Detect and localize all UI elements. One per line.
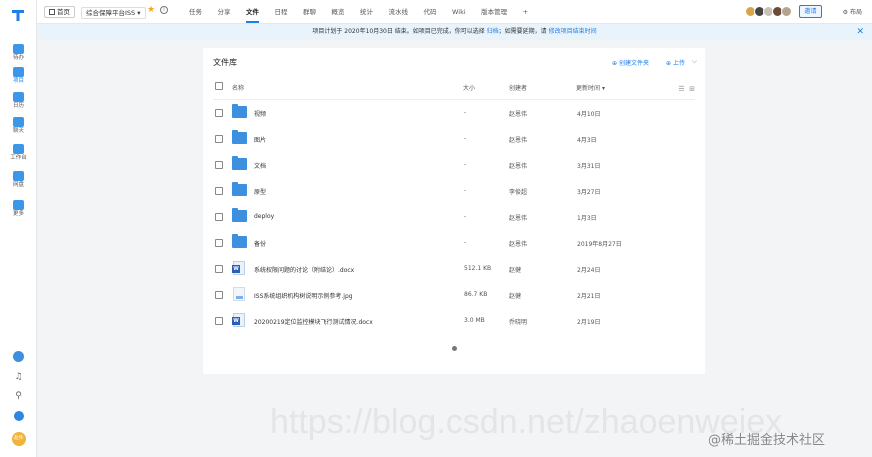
- tab-files[interactable]: 文件: [246, 0, 259, 23]
- edit-end-date-link[interactable]: 修改项目结束时间: [549, 28, 597, 35]
- member-avatars[interactable]: [745, 6, 792, 17]
- row-checkbox[interactable]: [215, 317, 223, 325]
- info-icon[interactable]: i: [160, 6, 168, 14]
- sort-time[interactable]: 更新时间 ▾: [576, 83, 605, 92]
- folder-icon: [232, 182, 247, 196]
- corner-watermark: @稀土掘金技术社区: [708, 433, 826, 448]
- sliders-icon: ⚙: [842, 9, 849, 16]
- tab-group-chat[interactable]: 群聊: [303, 0, 316, 24]
- layout-button[interactable]: ⚙ 布局: [843, 7, 862, 16]
- home-icon: [49, 9, 55, 15]
- search-icon: ⚲: [15, 391, 22, 401]
- loading-indicator: [452, 346, 457, 351]
- help-icon: [13, 351, 24, 362]
- drive-icon: [13, 171, 24, 181]
- archive-link[interactable]: 归档: [487, 28, 499, 35]
- upload-menu-chevron-icon[interactable]: ⌵: [692, 57, 697, 66]
- avatar: [781, 6, 792, 17]
- row-checkbox[interactable]: [215, 265, 223, 273]
- table-row[interactable]: 备份 - 赵恩伟 2019年8月27日: [213, 230, 695, 256]
- add-tab-button[interactable]: +: [523, 0, 528, 24]
- calendar-icon: [13, 92, 24, 102]
- bell-icon: ♫: [14, 372, 23, 382]
- help-button[interactable]: [0, 351, 37, 362]
- invite-button[interactable]: 邀请: [799, 5, 822, 18]
- tab-pipeline[interactable]: 流水线: [389, 0, 409, 24]
- word-document-icon: [232, 313, 245, 327]
- sort-size[interactable]: 大小: [463, 83, 475, 92]
- row-checkbox[interactable]: [215, 239, 223, 247]
- view-toggle: ☰ ⊞: [678, 85, 695, 93]
- table-row[interactable]: deploy - 赵恩伟 1月3日: [213, 204, 695, 230]
- folder-icon: [232, 234, 247, 248]
- table-row[interactable]: 视频 - 赵恩伟 4月10日: [213, 100, 695, 126]
- tab-stats[interactable]: 统计: [360, 0, 373, 24]
- tab-code[interactable]: 代码: [424, 0, 437, 24]
- plus-circle-icon: ⊕: [612, 60, 618, 67]
- table-row[interactable]: 原型 - 李俊超 3月27日: [213, 178, 695, 204]
- rail-item-project[interactable]: 项目: [0, 65, 37, 91]
- row-checkbox[interactable]: [215, 161, 223, 169]
- upload-button[interactable]: ⊕ 上传: [666, 58, 685, 67]
- new-folder-button[interactable]: ⊕ 创建文件夹: [612, 58, 649, 67]
- robot-icon: [13, 411, 24, 421]
- caret-down-icon: ▾: [137, 9, 141, 17]
- folder-icon: [232, 104, 247, 118]
- row-checkbox[interactable]: [215, 135, 223, 143]
- table-row[interactable]: 20200219定位监控模块飞行测试情况.docx 3.0 MB 乔晓明 2月1…: [213, 308, 695, 334]
- app-logo-icon[interactable]: [10, 7, 26, 23]
- list-view-icon[interactable]: ☰: [678, 85, 684, 93]
- project-tabs: 任务 分享 文件 日程 群聊 概览 统计 流水线 代码 Wiki 版本管理 +: [189, 0, 544, 24]
- grid-view-icon[interactable]: ⊞: [689, 85, 695, 93]
- rail-item-more[interactable]: 更多: [0, 198, 37, 224]
- table-row[interactable]: 文档 - 赵恩伟 3月31日: [213, 152, 695, 178]
- assistant-button[interactable]: [0, 411, 37, 421]
- image-file-icon: [233, 287, 245, 301]
- word-document-icon: [232, 261, 245, 275]
- tab-wiki[interactable]: Wiki: [452, 0, 466, 24]
- upload-icon: ⊕: [666, 60, 672, 67]
- row-checkbox[interactable]: [215, 187, 223, 195]
- project-icon: [13, 67, 24, 77]
- row-checkbox[interactable]: [215, 291, 223, 299]
- rail-item-workbench[interactable]: 工作台: [0, 142, 37, 168]
- project-selector[interactable]: 综合保障平台ISS ▾: [81, 7, 146, 19]
- search-button[interactable]: ⚲: [0, 391, 37, 401]
- table-row[interactable]: 系统权限问题的讨论（附结论）.docx 512.1 KB 赵健 2月24日: [213, 256, 695, 282]
- table-row[interactable]: 图片 - 赵恩伟 4月3日: [213, 126, 695, 152]
- folder-icon: [232, 208, 247, 222]
- home-button[interactable]: 首页: [44, 6, 75, 18]
- chat-icon: [13, 117, 24, 127]
- notification-button[interactable]: ♫: [0, 372, 37, 382]
- desktop-icon: [13, 144, 24, 154]
- more-icon: [13, 200, 24, 210]
- select-all-checkbox[interactable]: [215, 82, 223, 90]
- sort-owner[interactable]: 创建者: [509, 83, 527, 92]
- tab-overview[interactable]: 概览: [332, 0, 345, 24]
- rail-item-calendar[interactable]: 日历: [0, 90, 37, 116]
- tab-share[interactable]: 分享: [218, 0, 231, 24]
- caret-down-icon: ▾: [601, 85, 605, 92]
- row-checkbox[interactable]: [215, 213, 223, 221]
- top-bar: 首页 综合保障平台ISS ▾ ★ i 任务 分享 文件 日程 群聊 概览 统计 …: [37, 0, 872, 24]
- tab-schedule[interactable]: 日程: [275, 0, 288, 24]
- file-library-panel: 文件库 ⊕ 创建文件夹 ⊕ 上传 ⌵ 名称 大小 创建者 更新时间 ▾ ☰ ⊞ …: [203, 48, 705, 374]
- folder-icon: [232, 156, 247, 170]
- project-deadline-notice: 项目计划于 2020年10月30日 结束。如项目已完成，你可以选择 归档；如需要…: [37, 24, 872, 40]
- left-rail: 待办 项目 日历 聊天 工作台 网盘 更多 ♫ ⚲ 赵伟: [0, 0, 37, 457]
- tab-version[interactable]: 版本管理: [481, 0, 507, 24]
- rail-item-chat[interactable]: 聊天: [0, 115, 37, 141]
- rail-item-drive[interactable]: 网盘: [0, 169, 37, 195]
- table-row[interactable]: ISS系统组织机构树说明示例参考.jpg 86.7 KB 赵健 2月21日: [213, 282, 695, 308]
- url-watermark: https://blog.csdn.net/zhaoenweiex: [270, 403, 783, 441]
- row-checkbox[interactable]: [215, 109, 223, 117]
- check-icon: [13, 44, 24, 54]
- table-header: 名称 大小 创建者 更新时间 ▾ ☰ ⊞: [213, 80, 695, 100]
- close-icon[interactable]: ✕: [856, 24, 864, 40]
- folder-icon: [232, 130, 247, 144]
- tab-task[interactable]: 任务: [189, 0, 202, 24]
- user-avatar[interactable]: 赵伟: [0, 432, 37, 446]
- page-title: 文件库: [213, 58, 237, 67]
- star-icon[interactable]: ★: [147, 5, 155, 15]
